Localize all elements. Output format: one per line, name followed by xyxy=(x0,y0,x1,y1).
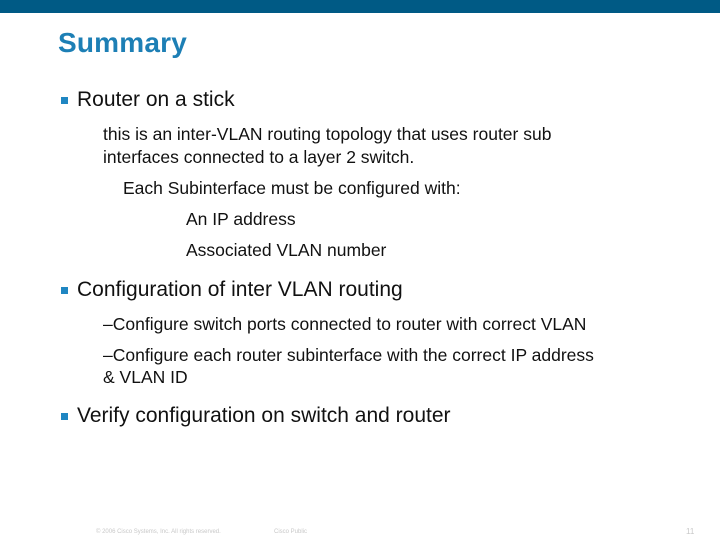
footer-copyright: © 2006 Cisco Systems, Inc. All rights re… xyxy=(96,529,221,535)
page-number: 11 xyxy=(686,527,695,536)
sub-text-line: this is an inter-VLAN routing topology t… xyxy=(103,124,552,144)
slide-title: Summary xyxy=(58,27,188,58)
sub-text-line: –Configure each router subinterface with… xyxy=(103,345,594,365)
bullet-marker-icon xyxy=(61,97,68,104)
sub-text-line: –Configure switch ports connected to rou… xyxy=(103,314,587,334)
sub-text-line: Each Subinterface must be configured wit… xyxy=(123,178,461,198)
bullet-configuration: Configuration of inter VLAN routing xyxy=(77,278,403,301)
footer-classification: Cisco Public xyxy=(274,529,308,535)
header-bar xyxy=(0,0,720,13)
bullet-router-on-a-stick: Router on a stick xyxy=(77,88,235,111)
bullet-marker-icon xyxy=(61,287,68,294)
bullet-marker-icon xyxy=(61,413,68,420)
sub-text-line: interfaces connected to a layer 2 switch… xyxy=(103,147,415,167)
sub-text-line: Associated VLAN number xyxy=(186,240,387,260)
bullet-verify: Verify configuration on switch and route… xyxy=(77,404,451,427)
sub-text-line: An IP address xyxy=(186,209,296,229)
sub-text-line: & VLAN ID xyxy=(103,367,188,387)
